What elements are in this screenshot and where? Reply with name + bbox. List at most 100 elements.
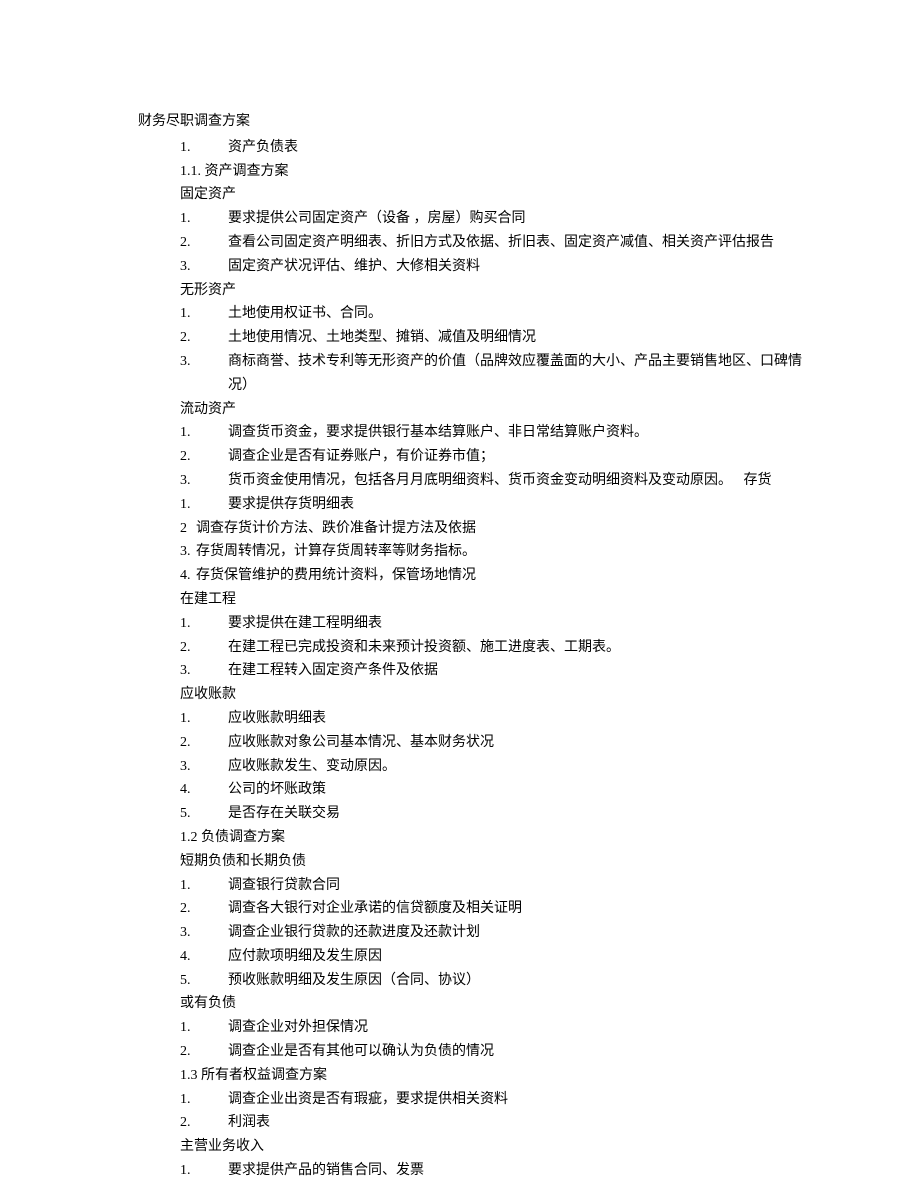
item-text: 调查存货计价方法、跌价准备计提方法及依据 [196, 517, 920, 541]
item-number: 1. [180, 612, 228, 636]
item-number: 1. [180, 1016, 228, 1040]
section-number: 1. [180, 136, 228, 160]
item-text: 调查各大银行对企业承诺的信贷额度及相关证明 [228, 897, 920, 921]
list-item: 2. 土地使用情况、土地类型、摊销、减值及明细情况 [138, 326, 920, 350]
item-number: 1. [180, 874, 228, 898]
item-text: 应收账款明细表 [228, 707, 920, 731]
heading-fixed-assets: 固定资产 [138, 183, 920, 207]
item-text: 要求提供在建工程明细表 [228, 612, 920, 636]
item-number: 2. [180, 231, 228, 255]
item-text: 要求提供存货明细表 [228, 493, 920, 517]
list-item: 3. 调查企业银行贷款的还款进度及还款计划 [138, 921, 920, 945]
list-item: 2. 调查各大银行对企业承诺的信贷额度及相关证明 [138, 897, 920, 921]
item-text: 在建工程转入固定资产条件及依据 [228, 659, 920, 683]
item-text: 要求提供公司固定资产（设备 ，房屋）购买合同 [228, 207, 920, 231]
item-number: 3. [180, 469, 228, 493]
item-text: 商标商誉、技术专利等无形资产的价值（品牌效应覆盖面的大小、产品主要销售地区、口碑… [228, 350, 920, 398]
item-text: 土地使用权证书、合同。 [228, 302, 920, 326]
list-item: 3. 固定资产状况评估、维护、大修相关资料 [138, 255, 920, 279]
item-number: 2. [180, 326, 228, 350]
item-number: 3. [180, 255, 228, 279]
item-text: 固定资产状况评估、维护、大修相关资料 [228, 255, 920, 279]
list-item: 1. 要求提供在建工程明细表 [138, 612, 920, 636]
heading-debt: 短期负债和长期负债 [138, 850, 920, 874]
item-number: 4. [180, 564, 196, 588]
item-text: 在建工程已完成投资和未来预计投资额、施工进度表、工期表。 [228, 636, 920, 660]
list-item: 2. 在建工程已完成投资和未来预计投资额、施工进度表、工期表。 [138, 636, 920, 660]
item-text: 调查企业是否有证券账户，有价证券市值； [228, 445, 920, 469]
list-item: 4. 应付款项明细及发生原因 [138, 945, 920, 969]
list-item: 1. 土地使用权证书、合同。 [138, 302, 920, 326]
list-item: 1. 要求提供公司固定资产（设备 ，房屋）购买合同 [138, 207, 920, 231]
item-text: 存货保管维护的费用统计资料，保管场地情况 [196, 564, 920, 588]
item-number: 2. [180, 445, 228, 469]
item-number: 1. [180, 1088, 228, 1112]
heading-intangible-assets: 无形资产 [138, 279, 920, 303]
item-number: 1. [180, 707, 228, 731]
list-item: 1. 要求提供存货明细表 [138, 493, 920, 517]
item-text: 是否存在关联交易 [228, 802, 920, 826]
item-text: 调查企业出资是否有瑕疵，要求提供相关资料 [228, 1088, 920, 1112]
list-item: 2. 调查企业是否有证券账户，有价证券市值； [138, 445, 920, 469]
item-text: 调查企业银行贷款的还款进度及还款计划 [228, 921, 920, 945]
item-text: 调查货币资金，要求提供银行基本结算账户、非日常结算账户资料。 [228, 421, 920, 445]
list-item: 4. 存货保管维护的费用统计资料，保管场地情况 [138, 564, 920, 588]
item-number: 3. [180, 921, 228, 945]
list-item: 1. 要求提供产品的销售合同、发票 [138, 1159, 920, 1183]
item-number: 2. [180, 1040, 228, 1064]
list-item: 2. 调查企业是否有其他可以确认为负债的情况 [138, 1040, 920, 1064]
heading-construction: 在建工程 [138, 588, 920, 612]
item-text: 货币资金使用情况，包括各月月底明细资料、货币资金变动明细资料及变动原因。 存货 [228, 469, 920, 493]
item-number: 2 [180, 517, 196, 541]
item-number: 5. [180, 802, 228, 826]
item-text: 调查企业对外担保情况 [228, 1016, 920, 1040]
item-text: 土地使用情况、土地类型、摊销、减值及明细情况 [228, 326, 920, 350]
list-item: 1. 调查企业对外担保情况 [138, 1016, 920, 1040]
item-text: 利润表 [228, 1111, 920, 1135]
list-item: 1. 调查货币资金，要求提供银行基本结算账户、非日常结算账户资料。 [138, 421, 920, 445]
list-item: 3. 货币资金使用情况，包括各月月底明细资料、货币资金变动明细资料及变动原因。 … [138, 469, 920, 493]
list-item: 2. 查看公司固定资产明细表、折旧方式及依据、折旧表、固定资产减值、相关资产评估… [138, 231, 920, 255]
list-item: 3. 在建工程转入固定资产条件及依据 [138, 659, 920, 683]
item-number: 2. [180, 636, 228, 660]
item-text: 应付款项明细及发生原因 [228, 945, 920, 969]
item-number: 3. [180, 755, 228, 779]
list-item: 5. 是否存在关联交易 [138, 802, 920, 826]
list-item: 2. 应收账款对象公司基本情况、基本财务状况 [138, 731, 920, 755]
item-text: 应收账款对象公司基本情况、基本财务状况 [228, 731, 920, 755]
item-text: 要求提供产品的销售合同、发票 [228, 1159, 920, 1183]
section-label: 资产负债表 [228, 136, 920, 160]
item-number: 1. [180, 493, 228, 517]
list-item: 3. 存货周转情况，计算存货周转率等财务指标。 [138, 540, 920, 564]
item-text: 调查企业是否有其他可以确认为负债的情况 [228, 1040, 920, 1064]
list-item: 1. 应收账款明细表 [138, 707, 920, 731]
item-number: 2. [180, 1111, 228, 1135]
item-number: 3. [180, 659, 228, 683]
item-number: 4. [180, 778, 228, 802]
section-1: 1. 资产负债表 [138, 136, 920, 160]
item-text: 调查银行贷款合同 [228, 874, 920, 898]
list-item: 2 调查存货计价方法、跌价准备计提方法及依据 [138, 517, 920, 541]
item-number: 2. [180, 731, 228, 755]
item-number: 1. [180, 421, 228, 445]
item-number: 5. [180, 969, 228, 993]
item-number: 2. [180, 897, 228, 921]
list-item: 4. 公司的坏账政策 [138, 778, 920, 802]
item-number: 1. [180, 302, 228, 326]
heading-current-assets: 流动资产 [138, 398, 920, 422]
heading-revenue: 主营业务收入 [138, 1135, 920, 1159]
item-text: 存货周转情况，计算存货周转率等财务指标。 [196, 540, 920, 564]
section-1-1: 1.1. 资产调查方案 [138, 160, 920, 184]
item-text: 查看公司固定资产明细表、折旧方式及依据、折旧表、固定资产减值、相关资产评估报告 [228, 231, 920, 255]
list-item: 1. 调查企业出资是否有瑕疵，要求提供相关资料 [138, 1088, 920, 1112]
section-1-2: 1.2 负债调查方案 [138, 826, 920, 850]
item-number: 1. [180, 207, 228, 231]
item-text: 预收账款明细及发生原因（合同、协议） [228, 969, 920, 993]
list-item: 3. 应收账款发生、变动原因。 [138, 755, 920, 779]
item-number: 3. [180, 540, 196, 564]
heading-receivables: 应收账款 [138, 683, 920, 707]
list-item: 3. 商标商誉、技术专利等无形资产的价值（品牌效应覆盖面的大小、产品主要销售地区… [138, 350, 920, 398]
item-number: 3. [180, 350, 228, 398]
list-item: 2. 利润表 [138, 1111, 920, 1135]
list-item: 1. 调查银行贷款合同 [138, 874, 920, 898]
